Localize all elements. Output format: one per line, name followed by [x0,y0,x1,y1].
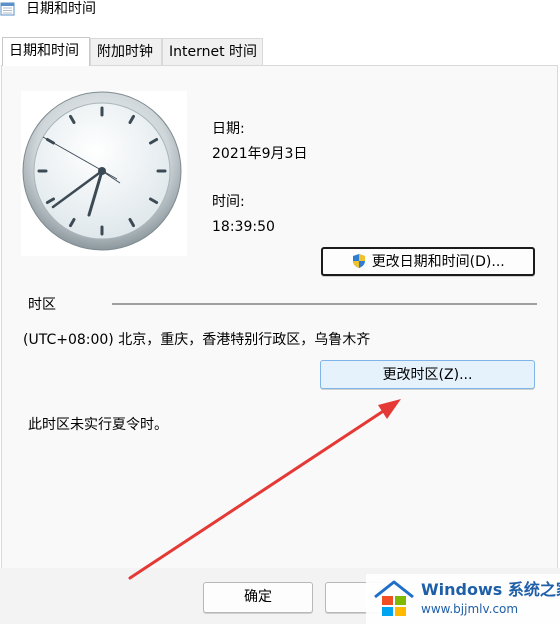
tab-internet-time[interactable]: Internet 时间 [162,38,263,65]
change-timezone-button[interactable]: 更改时区(Z)... [320,360,535,389]
watermark-url: www.bjjmlv.com [421,602,519,616]
watermark: Windows 系统之家 www.bjjmlv.com [366,574,560,624]
tab-additional-clocks[interactable]: 附加时钟 [90,38,162,65]
date-label: 日期: [212,121,245,137]
windows-house-logo-icon [374,580,414,616]
watermark-brand: Windows 系统之家 [421,580,560,599]
date-time-panel: 日期: 2021年9月3日 时间: 18:39:50 更改日期和时间(D)...… [1,65,558,570]
title-bar: 日期和时间 [0,0,560,34]
ok-button[interactable]: 确定 [203,582,313,613]
time-value: 18:39:50 [212,219,275,235]
change-date-time-label: 更改日期和时间(D)... [371,253,505,270]
tab-date-time[interactable]: 日期和时间 [2,37,90,66]
time-label: 时间: [212,194,245,210]
analog-clock [21,91,187,256]
tab-strip: 日期和时间 附加时钟 Internet 时间 [0,37,560,66]
calendar-clock-icon [0,2,15,16]
date-value: 2021年9月3日 [212,146,308,162]
timezone-header: 时区 [28,297,56,313]
window-title: 日期和时间 [26,1,96,17]
dst-note: 此时区未实行夏令时。 [28,417,168,433]
change-date-time-button[interactable]: 更改日期和时间(D)... [321,247,535,276]
uac-shield-icon [353,253,366,268]
timezone-value: (UTC+08:00) 北京，重庆，香港特别行政区，乌鲁木齐 [23,332,371,348]
timezone-divider [112,303,537,305]
clock-face-icon [22,91,182,251]
